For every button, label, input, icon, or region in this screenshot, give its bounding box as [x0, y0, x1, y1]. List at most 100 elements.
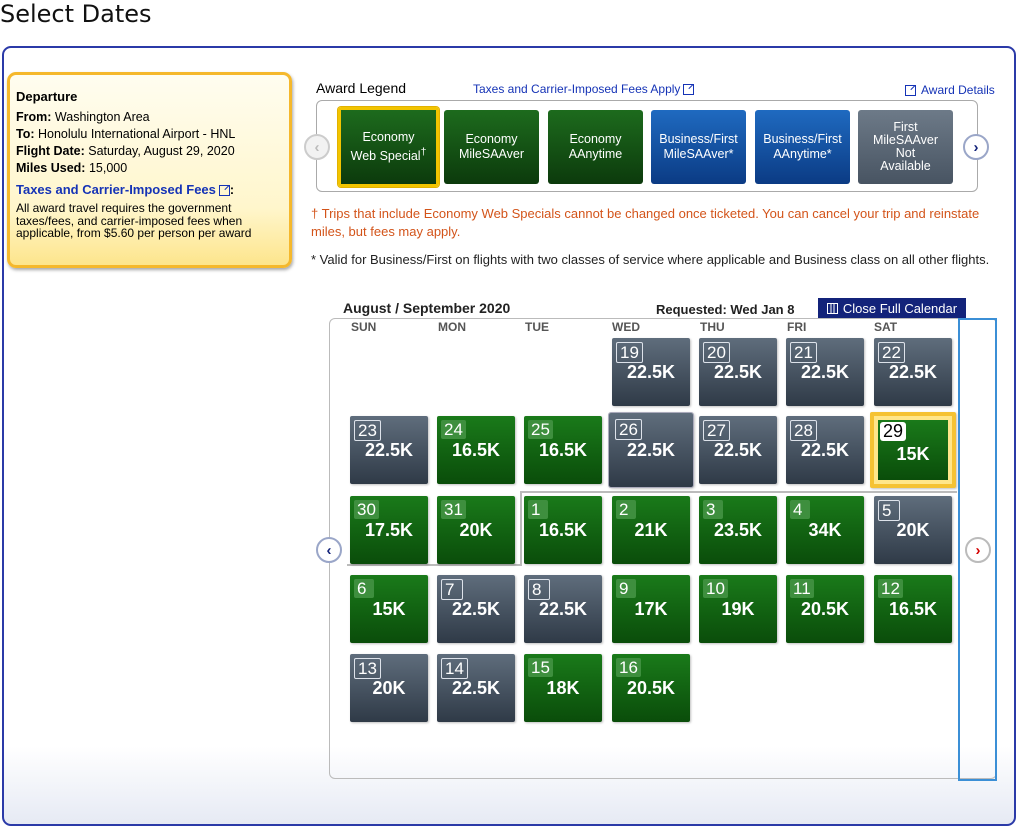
calendar-day[interactable]: 15 18K	[524, 654, 602, 722]
calendar-day[interactable]: 4 34K	[786, 496, 864, 564]
day-number: 28	[790, 420, 817, 441]
calendar-day[interactable]: 6 15K	[350, 575, 428, 643]
day-miles: 20K	[896, 520, 930, 540]
calendar-scroll-area[interactable]	[958, 318, 997, 781]
fees-colon: :	[229, 183, 235, 197]
calendar-day[interactable]: 8 22.5K	[524, 575, 602, 643]
day-miles: 20.5K	[800, 599, 850, 619]
calendar-day[interactable]: 11 20.5K	[786, 575, 864, 643]
calendar-day[interactable]: 2 21K	[612, 496, 690, 564]
weekday-mon: MON	[438, 320, 466, 334]
day-miles: 20.5K	[626, 678, 676, 698]
calendar-day[interactable]: 30 17.5K	[350, 496, 428, 564]
legend-fees-link[interactable]: Taxes and Carrier-Imposed Fees Apply	[473, 82, 695, 96]
calendar-day[interactable]: 22 22.5K	[874, 338, 952, 406]
legend-line4: Available	[880, 159, 931, 173]
day-miles: 20K	[372, 678, 406, 698]
day-number: 10	[703, 579, 728, 598]
calendar-day[interactable]: 21 22.5K	[786, 338, 864, 406]
calendar-day[interactable]: 23 22.5K	[350, 416, 428, 484]
day-miles: 22.5K	[713, 440, 763, 460]
legend-economy-web-special[interactable]: Economy Web Special†	[338, 107, 439, 187]
day-miles: 22.5K	[364, 440, 414, 460]
day-number: 23	[354, 420, 381, 441]
legend-economy-milesaaver[interactable]: Economy MileSAAver	[444, 110, 539, 184]
day-number: 7	[441, 579, 463, 600]
external-link-icon	[905, 85, 916, 97]
legend-fees-link-label: Taxes and Carrier-Imposed Fees Apply	[473, 82, 681, 96]
day-number: 24	[441, 420, 466, 439]
day-number: 4	[790, 500, 810, 519]
fees-link-row: Taxes and Carrier-Imposed Fees:	[16, 178, 283, 197]
departure-heading: Departure	[16, 89, 78, 104]
calendar-day-selected[interactable]: 29 15K	[870, 412, 956, 488]
day-number: 16	[616, 658, 641, 677]
calendar-day[interactable]: 27 22.5K	[699, 416, 777, 484]
to-value: Honolulu International Airport - HNL	[38, 127, 236, 141]
calendar-day[interactable]: 7 22.5K	[437, 575, 515, 643]
legend-business-first-milesaaver[interactable]: Business/First MileSAAver*	[651, 110, 746, 184]
calendar-day[interactable]: 16 20.5K	[612, 654, 690, 722]
calendar-day[interactable]: 13 20K	[350, 654, 428, 722]
miles-used-label: Miles Used:	[16, 161, 86, 175]
legend-line2: MileSAAver*	[663, 147, 734, 161]
day-miles: 34K	[808, 520, 842, 540]
calendar-day[interactable]: 3 23.5K	[699, 496, 777, 564]
legend-item-text: Economy AAnytime	[569, 132, 623, 162]
legend-item-text: Economy Web Special†	[351, 130, 427, 164]
dagger-marker: †	[420, 146, 427, 158]
flight-date-label: Flight Date:	[16, 144, 85, 158]
page-title: Select Dates	[0, 0, 152, 28]
month-divider	[347, 564, 521, 566]
flight-date-row: Flight Date: Saturday, August 29, 2020	[16, 144, 283, 158]
day-number: 12	[878, 579, 903, 598]
legend-economy-aanytime[interactable]: Economy AAnytime	[548, 110, 643, 184]
calendar-day[interactable]: 28 22.5K	[786, 416, 864, 484]
calendar-day[interactable]: 9 17K	[612, 575, 690, 643]
day-number: 30	[354, 500, 379, 519]
day-number: 31	[441, 500, 466, 519]
calendar-prev-button[interactable]: ‹	[316, 537, 342, 563]
legend-item-text: Business/First AAnytime*	[763, 132, 842, 162]
calendar-day[interactable]: 1 16.5K	[524, 496, 602, 564]
day-number: 9	[616, 579, 636, 598]
calendar-day[interactable]: 12 16.5K	[874, 575, 952, 643]
day-miles: 22.5K	[451, 599, 501, 619]
taxes-fees-link[interactable]: Taxes and Carrier-Imposed Fees	[16, 182, 230, 197]
calendar-day[interactable]: 24 16.5K	[437, 416, 515, 484]
calendar-day[interactable]: 26 22.5K	[609, 413, 693, 487]
day-miles: 16.5K	[888, 599, 938, 619]
day-miles: 22.5K	[713, 362, 763, 382]
award-details-link[interactable]: Award Details	[905, 83, 995, 97]
award-details-label: Award Details	[921, 83, 995, 97]
day-miles: 16.5K	[538, 520, 588, 540]
calendar-day[interactable]: 20 22.5K	[699, 338, 777, 406]
day-miles: 22.5K	[800, 362, 850, 382]
calendar-day[interactable]: 31 20K	[437, 496, 515, 564]
day-number: 1	[528, 500, 548, 519]
from-row: From: Washington Area	[16, 110, 283, 124]
fees-description: All award travel requires the government…	[16, 201, 252, 240]
requested-date: Requested: Wed Jan 8	[656, 302, 795, 317]
miles-used-value: 15,000	[88, 161, 128, 175]
calendar-day[interactable]: 25 16.5K	[524, 416, 602, 484]
legend-business-first-aanytime[interactable]: Business/First AAnytime*	[755, 110, 850, 184]
calendar-day[interactable]: 5 20K	[874, 496, 952, 564]
day-miles: 22.5K	[888, 362, 938, 382]
day-number: 26	[615, 419, 642, 440]
weekday-thu: THU	[700, 320, 725, 334]
calendar-day[interactable]: 19 22.5K	[612, 338, 690, 406]
calendar-day[interactable]: 10 19K	[699, 575, 777, 643]
weekday-sat: SAT	[874, 320, 898, 334]
calendar-day[interactable]: 14 22.5K	[437, 654, 515, 722]
day-number: 21	[790, 342, 817, 363]
external-link-icon	[683, 84, 695, 96]
day-number: 19	[616, 342, 643, 363]
legend-first-milesaaver[interactable]: First MileSAAver Not Available	[858, 110, 953, 184]
day-number: 15	[528, 658, 553, 677]
legend-next-button[interactable]: ›	[963, 134, 989, 160]
day-number: 22	[878, 342, 905, 363]
legend-line2: MileSAAver	[872, 133, 939, 147]
legend-prev-button[interactable]: ‹	[304, 134, 330, 160]
close-full-calendar-button[interactable]: Close Full Calendar	[818, 298, 966, 318]
